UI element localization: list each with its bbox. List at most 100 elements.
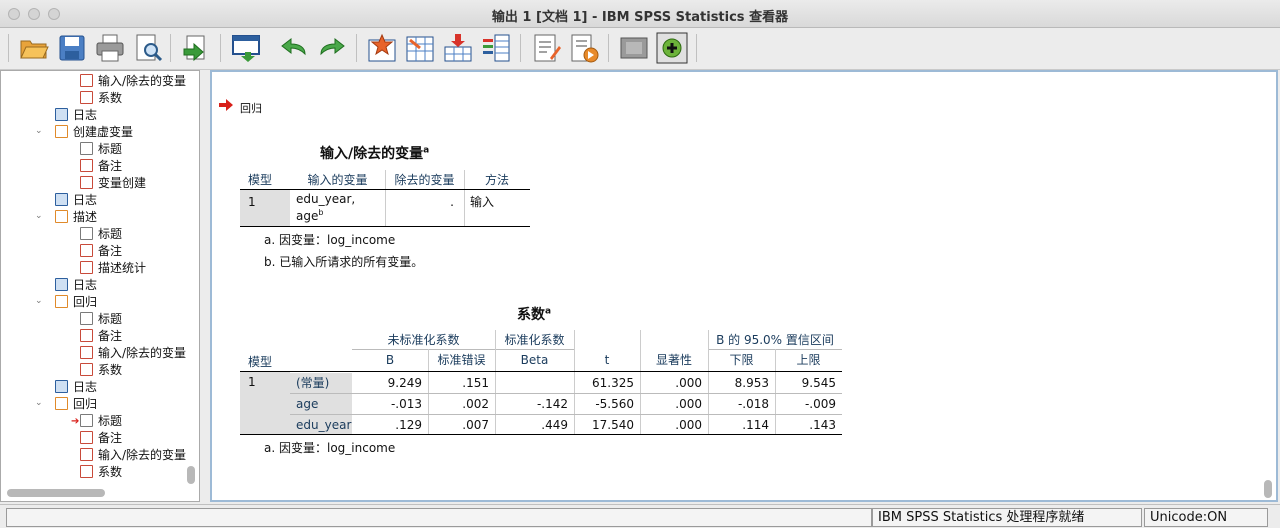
table1-header-method: 方法 bbox=[484, 173, 509, 187]
window-title: 输出 1 [文档 1] - IBM SPSS Statistics 查看器 bbox=[491, 10, 789, 25]
status-bar: IBM SPSS Statistics 处理程序就绪 Unicode:ON bbox=[0, 504, 1280, 528]
outline-item[interactable]: 日志 bbox=[55, 192, 97, 209]
outline-item[interactable]: 回归 bbox=[55, 294, 97, 311]
outline-item[interactable]: 标题 bbox=[80, 311, 122, 328]
goto-variable-icon[interactable] bbox=[442, 32, 474, 64]
current-item-arrow-icon: ➔ bbox=[71, 416, 80, 427]
collapse-toggle-icon[interactable]: ⌄ bbox=[35, 296, 43, 306]
outline-item-label: 标题 bbox=[98, 414, 123, 428]
insert-title-icon[interactable] bbox=[568, 32, 600, 64]
coef-cell-b: 9.249 bbox=[387, 376, 422, 390]
outline-item[interactable]: 日志 bbox=[55, 277, 97, 294]
outline-item[interactable]: 回归 bbox=[55, 396, 97, 413]
outline-pane[interactable]: 输入/除去的变量 系数 日志 创建虚变量 ⌄ 标题 备注 变量创建 日志 描述 ⌄ 标题 备注 描述统计日… bbox=[0, 70, 200, 502]
outline-item[interactable]: 备注 bbox=[80, 243, 122, 260]
procedure-title[interactable]: 回归 bbox=[240, 100, 262, 116]
log-icon bbox=[55, 278, 68, 291]
table1-footnote-a: a. 因变量：log_income bbox=[264, 233, 396, 247]
table2-footnote: a. 因变量：log_income bbox=[264, 441, 396, 455]
recall-dialog-icon[interactable] bbox=[230, 32, 262, 64]
collapse-toggle-icon[interactable]: ⌄ bbox=[35, 126, 43, 136]
coef-cell-lower: .114 bbox=[742, 418, 769, 432]
outline-item-label: 系数 bbox=[98, 363, 123, 377]
table1-header-removed: 除去的变量 bbox=[394, 173, 455, 187]
undo-icon[interactable] bbox=[278, 32, 310, 64]
zoom-in-icon[interactable] bbox=[656, 32, 688, 64]
goto-case-icon[interactable] bbox=[404, 32, 436, 64]
outline-item[interactable]: 备注 bbox=[80, 328, 122, 345]
outline-item[interactable]: 系数 bbox=[80, 362, 122, 379]
outline-item[interactable]: 标题 bbox=[80, 141, 122, 158]
outline-item[interactable]: 输入/除去的变量 bbox=[80, 345, 186, 362]
open-icon[interactable] bbox=[18, 32, 50, 64]
coef-cell-beta bbox=[495, 373, 568, 393]
outline-item[interactable]: 标题 bbox=[80, 413, 122, 430]
outline-item[interactable]: 系数 bbox=[80, 464, 122, 481]
outline-item[interactable]: 标题 bbox=[80, 226, 122, 243]
collapse-toggle-icon[interactable]: ⌄ bbox=[35, 211, 43, 221]
procedure-icon bbox=[55, 210, 68, 223]
redo-icon[interactable] bbox=[316, 32, 348, 64]
table2-header-sig: 显著性 bbox=[655, 353, 692, 367]
table1-removed-cell: . bbox=[450, 195, 454, 209]
title-bar: 输出 1 [文档 1] - IBM SPSS Statistics 查看器 bbox=[0, 0, 1280, 28]
log-icon bbox=[55, 108, 68, 121]
outline-item[interactable]: 日志 bbox=[55, 107, 97, 124]
goto-data-icon[interactable] bbox=[366, 32, 398, 64]
outline-item[interactable]: 输入/除去的变量 bbox=[80, 447, 186, 464]
procedure-icon bbox=[55, 295, 68, 308]
outline-item[interactable]: 创建虚变量 bbox=[55, 124, 133, 141]
table1-header-entered: 输入的变量 bbox=[307, 173, 368, 187]
content-pane[interactable]: 回归 输入/除去的变量a 模型 输入的变量 除去的变量 方法 1 edu_yea… bbox=[210, 70, 1278, 502]
log-icon bbox=[55, 380, 68, 393]
coef-cell-t: 61.325 bbox=[592, 376, 634, 390]
print-preview-icon[interactable] bbox=[132, 32, 164, 64]
outline-item-label: 标题 bbox=[98, 227, 123, 241]
table2-header-upper: 上限 bbox=[796, 353, 821, 367]
status-unicode: Unicode:ON bbox=[1144, 508, 1268, 527]
table-icon bbox=[80, 74, 93, 87]
table2-model-cell: 1 bbox=[248, 375, 256, 389]
content-vertical-scrollbar[interactable] bbox=[1264, 480, 1272, 498]
export-icon[interactable] bbox=[180, 32, 212, 64]
toolbar bbox=[0, 28, 1280, 70]
outline-item[interactable]: 备注 bbox=[80, 158, 122, 175]
print-icon[interactable] bbox=[94, 32, 126, 64]
outline-horizontal-scrollbar[interactable] bbox=[7, 489, 105, 497]
table1-title: 输入/除去的变量a bbox=[320, 145, 430, 162]
outline-item[interactable]: 变量创建 bbox=[80, 175, 146, 192]
title-icon bbox=[80, 312, 93, 325]
coef-cell-name: edu_year bbox=[296, 418, 352, 432]
coef-cell-t: -5.560 bbox=[595, 397, 634, 411]
hide-icon[interactable] bbox=[618, 32, 650, 64]
outline-vertical-scrollbar[interactable] bbox=[187, 466, 195, 484]
outline-item[interactable]: 描述统计 bbox=[80, 260, 146, 277]
pane-splitter[interactable] bbox=[201, 70, 209, 502]
outline-item[interactable]: 日志 bbox=[55, 379, 97, 396]
outline-item[interactable]: 系数 bbox=[80, 90, 122, 107]
coef-cell-se: .007 bbox=[462, 418, 489, 432]
table2-group-unstandardized: 未标准化系数 bbox=[387, 333, 460, 347]
table2-header-beta: Beta bbox=[520, 353, 549, 367]
procedure-icon bbox=[55, 397, 68, 410]
variables-icon[interactable] bbox=[480, 32, 512, 64]
title-icon bbox=[80, 142, 93, 155]
outline-item-label: 日志 bbox=[73, 108, 98, 122]
collapse-toggle-icon[interactable]: ⌄ bbox=[35, 398, 43, 408]
table2-title: 系数a bbox=[517, 306, 552, 323]
log-icon bbox=[55, 193, 68, 206]
outline-item[interactable]: 输入/除去的变量 bbox=[80, 73, 186, 90]
outline-item[interactable]: 描述 bbox=[55, 209, 97, 226]
status-message: IBM SPSS Statistics 处理程序就绪 bbox=[872, 508, 1142, 527]
coef-cell-upper: 9.545 bbox=[801, 376, 836, 390]
insert-text-icon[interactable] bbox=[530, 32, 562, 64]
outline-item-label: 标题 bbox=[98, 142, 123, 156]
table-icon bbox=[80, 346, 93, 359]
save-icon[interactable] bbox=[56, 32, 88, 64]
outline-item[interactable]: 备注 bbox=[80, 430, 122, 447]
coef-cell-beta: .449 bbox=[541, 418, 568, 432]
outline-item-label: 回归 bbox=[73, 397, 98, 411]
outline-item-label: 日志 bbox=[73, 380, 98, 394]
table2-header-model: 模型 bbox=[248, 355, 273, 369]
coef-cell-lower: -.018 bbox=[737, 397, 769, 411]
